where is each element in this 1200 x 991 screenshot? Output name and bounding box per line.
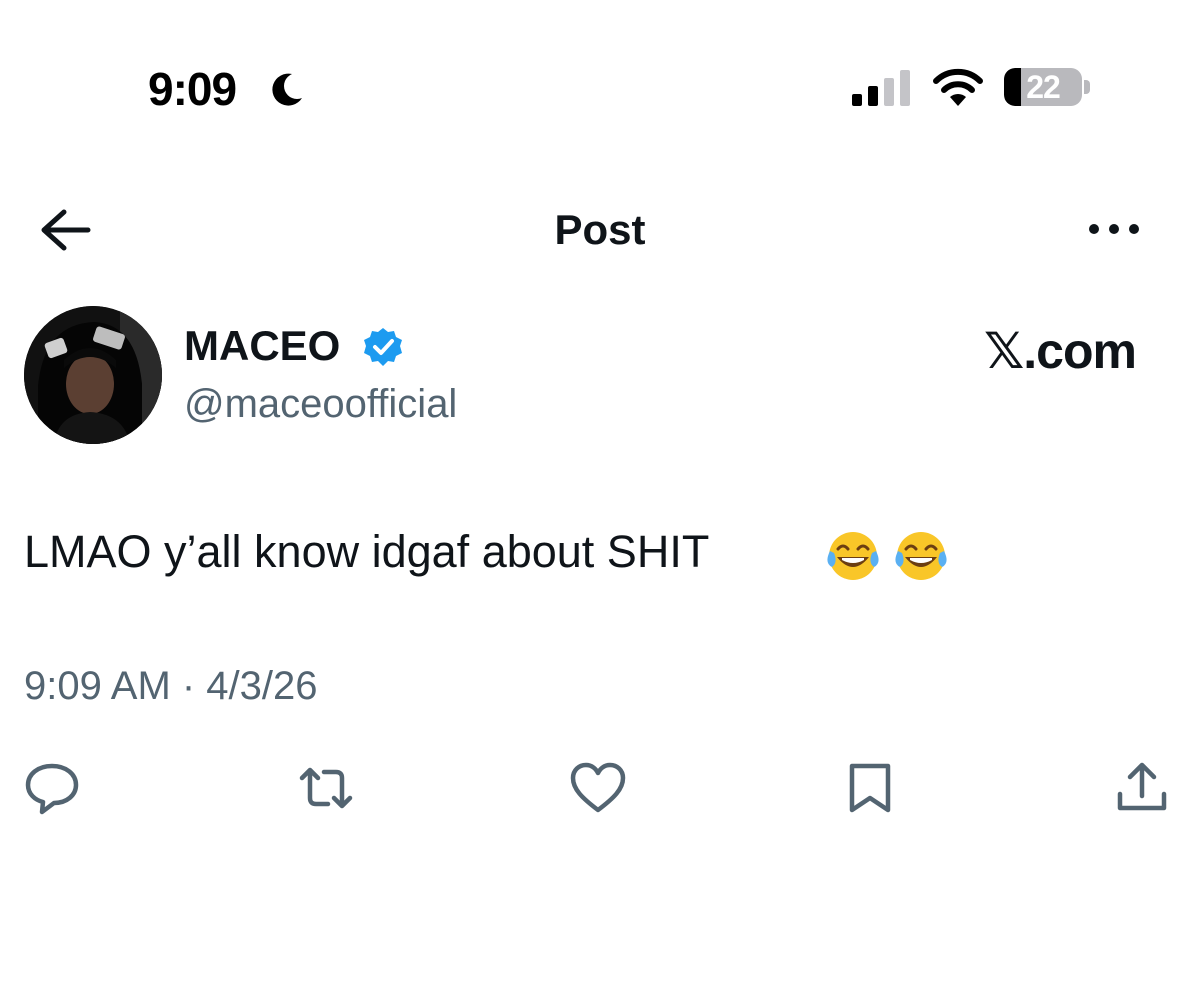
battery-level: 22 (1026, 69, 1061, 105)
share-button[interactable] (1112, 758, 1172, 818)
brand-label: 𝕏.com (984, 323, 1137, 379)
heart-icon (570, 762, 626, 813)
wifi-icon (933, 68, 983, 106)
tears-of-joy-emoji-icon (827, 532, 879, 580)
share-icon (1117, 762, 1167, 811)
post-text: LMAO y’all know idgaf about SHIT (24, 526, 710, 577)
avatar[interactable] (24, 306, 162, 444)
signal-icon (852, 70, 910, 106)
status-time: 9:09 (148, 63, 237, 115)
battery-cap (1084, 80, 1090, 94)
verified-badge-icon (364, 328, 402, 366)
bookmark-button[interactable] (840, 758, 900, 818)
post-timestamp: 9:09 AM · 4/3/26 (24, 664, 318, 708)
more-horizontal-icon (1089, 224, 1139, 234)
like-button[interactable] (568, 758, 628, 818)
moon-icon (272, 73, 302, 106)
author-name[interactable]: MACEO (184, 322, 340, 370)
tears-of-joy-emoji-icon (895, 532, 947, 580)
reply-button[interactable] (22, 758, 82, 818)
repost-button[interactable] (296, 758, 356, 818)
more-button[interactable] (1084, 214, 1144, 244)
battery-icon: 22 (1004, 68, 1082, 106)
avatar-image (24, 306, 162, 444)
page-title: Post (554, 206, 646, 253)
author-handle[interactable]: @maceoofficial (184, 382, 457, 427)
repost-icon (299, 767, 353, 809)
reply-icon (25, 763, 79, 815)
bookmark-icon (849, 763, 891, 813)
